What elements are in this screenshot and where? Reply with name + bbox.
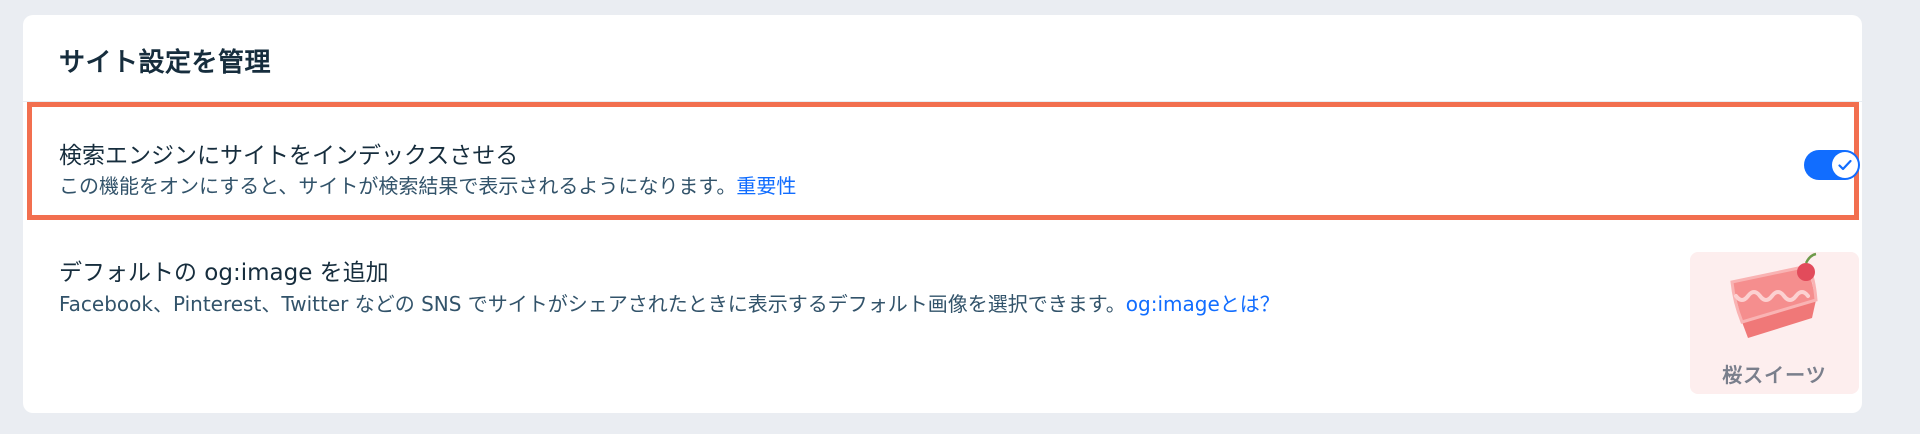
og-image-thumbnail[interactable]: 桜スイーツ <box>1690 252 1859 394</box>
og-image-link[interactable]: og:imageとは？ <box>1126 292 1280 316</box>
settings-card: サイト設定を管理 検索エンジンにサイトをインデックスさせる この機能をオンにする… <box>23 15 1862 413</box>
check-icon <box>1838 159 1852 171</box>
index-setting-description-text: この機能をオンにすると、サイトが検索結果で表示されるようになります。 <box>59 174 737 198</box>
index-setting-title: 検索エンジンにサイトをインデックスさせる <box>59 143 519 169</box>
index-toggle[interactable] <box>1804 150 1860 180</box>
og-image-setting-description: Facebook、Pinterest、Twitter などの SNS でサイトが… <box>59 288 1280 317</box>
og-image-setting-title: デフォルトの og:image を追加 <box>59 260 389 286</box>
importance-link[interactable]: 重要性 <box>736 174 796 198</box>
index-setting-description: この機能をオンにすると、サイトが検索結果で表示されるようになります。重要性 <box>59 170 796 199</box>
card-title: サイト設定を管理 <box>59 48 272 78</box>
thumbnail-label: 桜スイーツ <box>1722 363 1827 387</box>
og-image-description-text: Facebook、Pinterest、Twitter などの SNS でサイトが… <box>59 292 1126 316</box>
toggle-knob <box>1832 152 1858 178</box>
